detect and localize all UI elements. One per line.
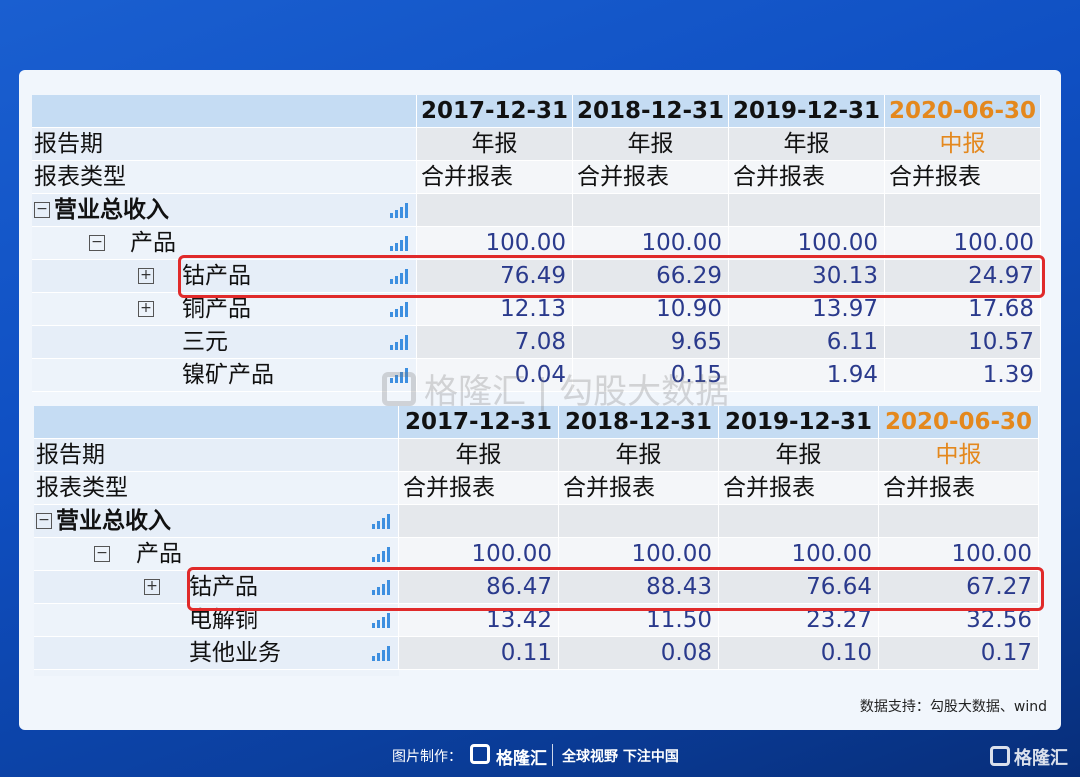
row-label: 产品 [136,541,182,567]
value-cell: 0.15 [573,359,729,392]
bar-chart-icon[interactable] [390,236,408,251]
type-cell: 合并报表 [559,472,719,505]
value-cell: 0.10 [719,637,879,670]
cut-off-row [34,670,399,676]
value-cell: 9.65 [573,326,729,359]
type-cell: 合并报表 [719,472,879,505]
table-row: 其他业务 0.11 0.08 0.10 0.17 [34,637,1039,670]
period-cell: 年报 [559,439,719,472]
value-cell [573,194,729,227]
highlight-box [178,255,1045,298]
table-row: 镍矿产品 0.04 0.15 1.94 1.39 [32,359,1041,392]
row-label: 其他业务 [189,640,281,666]
slogan: 全球视野 下注中国 [562,749,679,765]
collapse-toggle[interactable]: − [94,546,110,562]
expand-toggle[interactable]: + [138,268,154,284]
brand-name: 格隆汇 [496,749,547,769]
value-cell: 6.11 [729,326,885,359]
date-header: 2018-12-31 [559,406,719,439]
type-label: 报表类型 [34,472,399,505]
period-cell: 年报 [573,128,729,161]
made-by-label: 图片制作： [392,749,462,765]
value-cell: 0.08 [559,637,719,670]
row-label: 三元 [182,329,228,355]
row-label: 营业总收入 [56,508,171,534]
value-cell: 10.57 [885,326,1041,359]
value-cell [729,194,885,227]
row-label: 镍矿产品 [182,362,274,388]
type-cell: 合并报表 [573,161,729,194]
corner-logo-icon [990,746,1010,766]
period-cell: 年报 [719,439,879,472]
bar-chart-icon[interactable] [390,302,408,317]
bar-chart-icon[interactable] [372,613,390,628]
value-cell: 7.08 [417,326,573,359]
type-cell: 合并报表 [885,161,1041,194]
value-cell [399,505,559,538]
row-label: 铜产品 [182,296,251,322]
revenue-table-1: 2017-12-31 2018-12-31 2019-12-31 2020-06… [32,95,1041,392]
divider [552,744,553,766]
value-cell [417,194,573,227]
period-label: 报告期 [34,439,399,472]
value-cell [885,194,1041,227]
report-card: 2017-12-31 2018-12-31 2019-12-31 2020-06… [19,70,1061,730]
type-label: 报表类型 [32,161,417,194]
value-cell: 1.94 [729,359,885,392]
type-cell: 合并报表 [729,161,885,194]
expand-toggle[interactable]: + [144,579,160,595]
bar-chart-icon[interactable] [372,547,390,562]
date-header: 2017-12-31 [417,95,573,128]
value-cell [879,505,1039,538]
value-cell: 0.17 [879,637,1039,670]
bar-chart-icon[interactable] [390,335,408,350]
period-cell: 中报 [879,439,1039,472]
collapse-toggle[interactable]: − [89,235,105,251]
type-cell: 合并报表 [399,472,559,505]
table-row: − 营业总收入 [32,194,1041,227]
table-row: − 营业总收入 [34,505,1039,538]
date-header: 2020-06-30 [885,95,1041,128]
period-cell: 年报 [729,128,885,161]
row-label: 产品 [130,230,176,256]
date-header: 2019-12-31 [729,95,885,128]
period-cell: 年报 [399,439,559,472]
collapse-toggle[interactable]: − [34,202,50,218]
table-row: 三元 7.08 9.65 6.11 10.57 [32,326,1041,359]
footer: 图片制作： 格隆汇 全球视野 下注中国 [0,742,1080,769]
data-source-note: 数据支持：勾股大数据、wind [859,699,1047,715]
header-blank [32,95,417,128]
collapse-toggle[interactable]: − [36,513,52,529]
type-cell: 合并报表 [417,161,573,194]
value-cell [559,505,719,538]
date-header: 2019-12-31 [719,406,879,439]
expand-toggle[interactable]: + [138,301,154,317]
date-header: 2017-12-31 [399,406,559,439]
row-label: 营业总收入 [54,197,169,223]
brand-logo-icon [470,744,490,764]
period-cell: 年报 [417,128,573,161]
bar-chart-icon[interactable] [390,203,408,218]
bar-chart-icon[interactable] [372,514,390,529]
highlight-box [187,567,1044,611]
period-cell: 中报 [885,128,1041,161]
bar-chart-icon[interactable] [372,646,390,661]
type-cell: 合并报表 [879,472,1039,505]
corner-brand: 格隆汇 [1014,748,1068,769]
date-header: 2020-06-30 [879,406,1039,439]
value-cell: 0.11 [399,637,559,670]
watermark-logo-icon [382,372,416,406]
value-cell: 0.04 [417,359,573,392]
revenue-table-2: 2017-12-31 2018-12-31 2019-12-31 2020-06… [34,406,1039,676]
header-blank [34,406,399,439]
period-label: 报告期 [32,128,417,161]
value-cell: 1.39 [885,359,1041,392]
value-cell [719,505,879,538]
date-header: 2018-12-31 [573,95,729,128]
